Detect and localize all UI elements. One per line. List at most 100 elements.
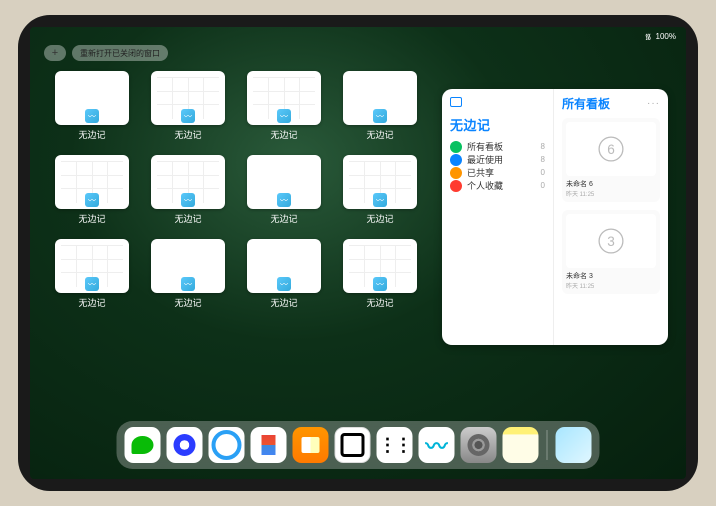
window-thumbnail: [247, 155, 321, 209]
window-tile[interactable]: 无边记: [340, 155, 420, 233]
sidebar-item-label: 已共享: [467, 166, 494, 179]
board-card[interactable]: 6 未命名 6昨天 11:25: [562, 118, 660, 202]
dock-app-notes[interactable]: [503, 427, 539, 463]
window-tile[interactable]: 无边记: [52, 239, 132, 317]
sidebar-item[interactable]: 个人收藏 0: [450, 179, 545, 192]
dock-app-settings[interactable]: [461, 427, 497, 463]
screen: ᯾ 100% + 重新打开已关闭的窗口 无边记无边记无边记无边记无边记无边记无边…: [30, 27, 686, 479]
window-tile[interactable]: 无边记: [244, 71, 324, 149]
sidebar-item-count: 0: [541, 168, 545, 177]
window-thumbnail: [55, 155, 129, 209]
dock-app-qqbrowser[interactable]: [209, 427, 245, 463]
sidebar-item-label: 最近使用: [467, 153, 503, 166]
dock-separator: [547, 430, 548, 460]
window-thumbnail: [343, 155, 417, 209]
window-thumbnail: [151, 239, 225, 293]
sidebar-item[interactable]: 所有看板 8: [450, 140, 545, 153]
wifi-icon: ᯾: [645, 31, 652, 42]
sidebar-item-count: 8: [541, 155, 545, 164]
freeform-app-icon: [277, 193, 291, 207]
sidebar-item-icon: [450, 141, 462, 153]
window-label: 无边记: [270, 212, 297, 225]
sidebar-item-icon: [450, 154, 462, 166]
window-thumbnail: [55, 71, 129, 125]
window-label: 无边记: [270, 296, 297, 309]
windows-grid: 无边记无边记无边记无边记无边记无边记无边记无边记无边记无边记无边记无边记: [52, 71, 420, 317]
panel-right-title: 所有看板: [562, 95, 610, 112]
svg-text:3: 3: [607, 234, 615, 249]
svg-text:6: 6: [607, 142, 615, 157]
window-tile[interactable]: 无边记: [52, 71, 132, 149]
top-controls: + 重新打开已关闭的窗口: [44, 45, 168, 61]
freeform-app-icon: [181, 109, 195, 123]
dock-app-play[interactable]: [251, 427, 287, 463]
window-thumbnail: [247, 71, 321, 125]
dock-app-quark[interactable]: [167, 427, 203, 463]
window-tile[interactable]: 无边记: [340, 71, 420, 149]
board-card[interactable]: 3 未命名 3昨天 11:25: [562, 210, 660, 294]
window-label: 无边记: [174, 296, 201, 309]
panel-sidebar: 无边记 所有看板 8 最近使用 8 已共享 0 个人收藏 0: [442, 89, 554, 345]
window-tile[interactable]: 无边记: [244, 155, 324, 233]
window-label: 无边记: [366, 212, 393, 225]
window-label: 无边记: [366, 296, 393, 309]
sidebar-item-icon: [450, 180, 462, 192]
window-label: 无边记: [78, 296, 105, 309]
panel-more-button[interactable]: ···: [647, 98, 660, 109]
window-tile[interactable]: 无边记: [340, 239, 420, 317]
dock-app-freeform[interactable]: [419, 427, 455, 463]
window-thumbnail: [343, 239, 417, 293]
dock-app-obsidian[interactable]: [335, 427, 371, 463]
window-thumbnail: [247, 239, 321, 293]
dock: [117, 421, 600, 469]
board-timestamp: 昨天 11:25: [566, 281, 656, 290]
window-thumbnail: [151, 155, 225, 209]
window-tile[interactable]: 无边记: [244, 239, 324, 317]
freeform-app-icon: [181, 193, 195, 207]
ipad-frame: ᯾ 100% + 重新打开已关闭的窗口 无边记无边记无边记无边记无边记无边记无边…: [18, 15, 698, 491]
sidebar-toggle-icon[interactable]: [450, 97, 462, 107]
window-label: 无边记: [270, 128, 297, 141]
window-tile[interactable]: 无边记: [148, 239, 228, 317]
dock-app-books[interactable]: [293, 427, 329, 463]
sidebar-item-label: 个人收藏: [467, 179, 503, 192]
status-bar: ᯾ 100%: [30, 29, 686, 43]
sidebar-item-icon: [450, 167, 462, 179]
freeform-app-icon: [85, 277, 99, 291]
sidebar-item-count: 8: [541, 142, 545, 151]
freeform-app-icon: [181, 277, 195, 291]
window-label: 无边记: [78, 212, 105, 225]
new-window-button[interactable]: +: [44, 45, 66, 61]
window-thumbnail: [151, 71, 225, 125]
freeform-app-icon: [277, 109, 291, 123]
battery-label: 100%: [656, 32, 676, 41]
board-preview: 6: [566, 122, 656, 176]
board-label: 未命名 3: [566, 271, 656, 281]
sidebar-item-count: 0: [541, 181, 545, 190]
sidebar-item[interactable]: 已共享 0: [450, 166, 545, 179]
panel-title: 无边记: [450, 115, 545, 134]
dock-recent-folder[interactable]: [556, 427, 592, 463]
sidebar-item-label: 所有看板: [467, 140, 503, 153]
freeform-app-icon: [85, 193, 99, 207]
window-tile[interactable]: 无边记: [52, 155, 132, 233]
freeform-app-icon: [277, 277, 291, 291]
window-tile[interactable]: 无边记: [148, 71, 228, 149]
freeform-panel: 无边记 所有看板8最近使用8已共享0个人收藏0 所有看板 ··· 6未命名 6昨…: [442, 89, 668, 345]
dock-app-wechat[interactable]: [125, 427, 161, 463]
window-label: 无边记: [366, 128, 393, 141]
freeform-app-icon: [85, 109, 99, 123]
sidebar-item[interactable]: 最近使用 8: [450, 153, 545, 166]
freeform-app-icon: [373, 109, 387, 123]
panel-content: 所有看板 ··· 6未命名 6昨天 11:253未命名 3昨天 11:25: [554, 89, 668, 345]
window-tile[interactable]: 无边记: [148, 155, 228, 233]
freeform-app-icon: [373, 277, 387, 291]
window-label: 无边记: [174, 128, 201, 141]
window-thumbnail: [343, 71, 417, 125]
window-label: 无边记: [78, 128, 105, 141]
board-timestamp: 昨天 11:25: [566, 189, 656, 198]
board-label: 未命名 6: [566, 179, 656, 189]
dock-app-altapp[interactable]: [377, 427, 413, 463]
board-preview: 3: [566, 214, 656, 268]
reopen-closed-window-button[interactable]: 重新打开已关闭的窗口: [72, 45, 168, 61]
